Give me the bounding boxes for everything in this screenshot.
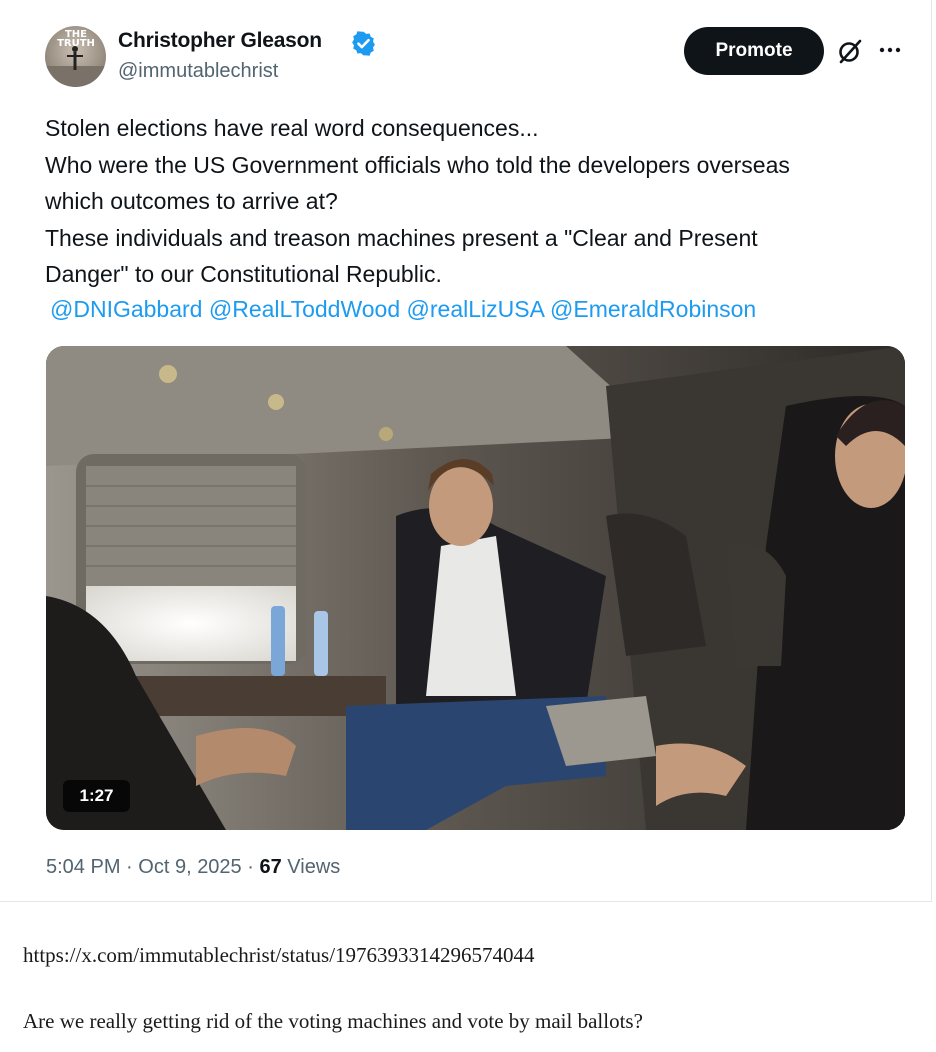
mention-link-reallizusa[interactable]: @realLizUSA (407, 296, 544, 322)
views-count: 67 (259, 856, 282, 878)
verified-badge-icon (352, 31, 375, 56)
author-display-name[interactable]: Christopher Gleason (118, 29, 322, 53)
video-thumbnail (46, 346, 905, 830)
tweet-meta: 5:04 PM · Oct 9, 2025 · 67 Views (46, 856, 340, 879)
post-url-link[interactable]: https://x.com/immutablechrist/status/197… (23, 943, 535, 968)
meta-separator: · (247, 856, 254, 878)
more-icon[interactable] (876, 38, 904, 62)
video-player[interactable] (46, 346, 905, 830)
mention-link-emeraldrobinson[interactable]: @EmeraldRobinson (550, 296, 756, 322)
author-handle[interactable]: @immutablechrist (118, 60, 278, 83)
avatar-logo-text: THE TRUTH (57, 29, 95, 49)
avatar[interactable]: THE TRUTH (45, 26, 106, 87)
mention-link-dnigabbard[interactable]: @DNIGabbard (50, 296, 202, 322)
tweet-time[interactable]: 5:04 PM (46, 856, 120, 878)
promote-button[interactable]: Promote (684, 27, 824, 75)
tweet-card: THE TRUTH Christopher Gleason @immutable… (0, 0, 932, 902)
tweet-text-line: These individuals and treason machines p… (45, 224, 758, 251)
mention-link-realltoddwood[interactable]: @RealLToddWood (209, 296, 400, 322)
article-paragraph: Are we really getting rid of the voting … (23, 1009, 643, 1033)
video-duration-badge: 1:27 (63, 780, 130, 812)
meta-separator: · (126, 856, 133, 878)
tweet-text-line: which outcomes to arrive at? (45, 188, 338, 215)
tweet-text-line: Stolen elections have real word conseque… (45, 115, 539, 141)
grok-icon[interactable] (836, 37, 864, 65)
tweet-text: Stolen elections have real word conseque… (45, 110, 915, 293)
tweet-text-line: Danger" to our Constitutional Republic. (45, 261, 442, 288)
tweet-date[interactable]: Oct 9, 2025 (138, 856, 241, 878)
mentions: @DNIGabbard @RealLToddWood @realLizUSA @… (50, 291, 756, 327)
views-label: Views (287, 856, 341, 878)
tweet-text-line: Who were the US Government officials who… (45, 151, 790, 178)
